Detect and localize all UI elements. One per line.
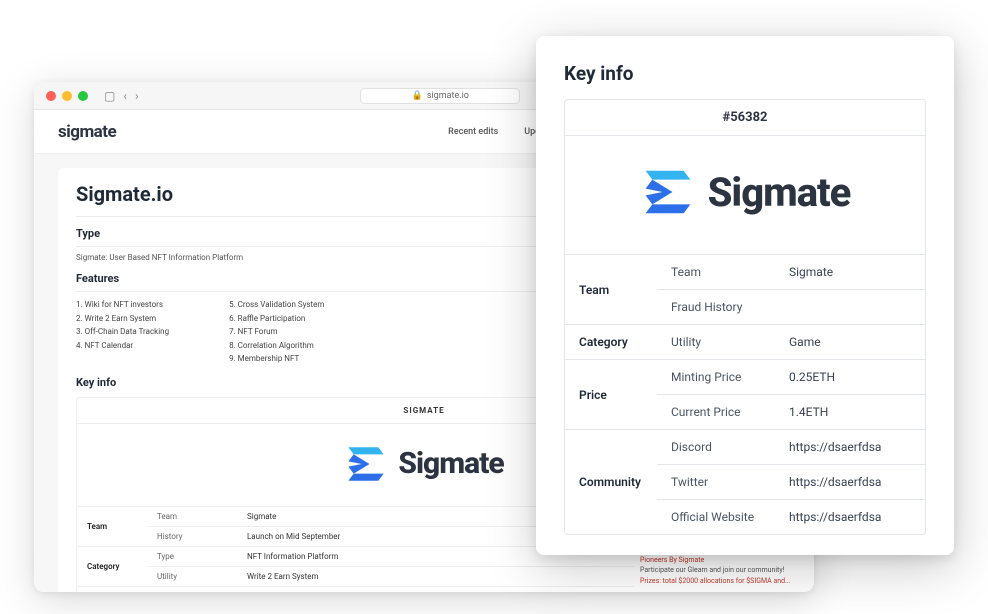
panel-title: Key info bbox=[564, 62, 926, 85]
window-minimize-icon[interactable] bbox=[62, 91, 72, 101]
group-community: Community bbox=[565, 430, 657, 535]
group-category: Category bbox=[565, 325, 657, 360]
nav-forward-icon[interactable]: › bbox=[135, 89, 139, 103]
kv-value[interactable]: https://dsaerfdsa bbox=[775, 500, 925, 535]
table-row: Price Minting Price 0.25ETH bbox=[565, 360, 925, 395]
feature-item: 8. Correlation Algorithm bbox=[229, 339, 324, 353]
group-team: Team bbox=[565, 255, 657, 325]
window-close-icon[interactable] bbox=[46, 91, 56, 101]
table-row: Category Utility Game bbox=[565, 325, 925, 360]
side-line: Pioneers By Sigmate bbox=[640, 555, 808, 566]
sidebar-toggle-icon[interactable]: ▢ bbox=[104, 89, 115, 103]
panel-id: #56382 bbox=[565, 100, 925, 136]
kv-value: Sigmate bbox=[775, 255, 925, 290]
group-token: Token bbox=[77, 586, 147, 592]
kv-label: Discord bbox=[657, 430, 775, 465]
kv-value: 1.4ETH bbox=[775, 395, 925, 430]
kv-label: Minting Price bbox=[657, 360, 775, 395]
feature-item: 4. NFT Calendar bbox=[76, 339, 169, 353]
kv-label: Official Website bbox=[657, 500, 775, 535]
feature-item: 3. Off-Chain Data Tracking bbox=[76, 325, 169, 339]
sigma-icon bbox=[344, 442, 388, 486]
side-line: Participate our Gleam and join our commu… bbox=[640, 565, 808, 576]
kv-label: Utility bbox=[147, 566, 237, 586]
group-team: Team bbox=[77, 506, 147, 546]
window-maximize-icon[interactable] bbox=[78, 91, 88, 101]
kv-label: Utility bbox=[657, 325, 775, 360]
feature-item: 1. Wiki for NFT investors bbox=[76, 298, 169, 312]
kv-label: Team bbox=[657, 255, 775, 290]
table-row: Team Team Sigmate bbox=[565, 255, 925, 290]
group-category: Category bbox=[77, 546, 147, 586]
panel-box: #56382 Sigmate Team Team Sigmate Fraud H… bbox=[564, 99, 926, 535]
address-bar[interactable]: 🔒 sigmate.io bbox=[360, 88, 520, 104]
kv-label: Type bbox=[147, 546, 237, 566]
feature-item: 2. Write 2 Earn System bbox=[76, 312, 169, 326]
panel-logo: Sigmate bbox=[565, 136, 925, 254]
address-text: sigmate.io bbox=[427, 91, 469, 101]
lock-icon: 🔒 bbox=[412, 91, 423, 101]
side-line: Prizes: total $2000 allocations for $SIG… bbox=[640, 576, 808, 587]
nav-back-icon[interactable]: ‹ bbox=[123, 89, 127, 103]
kv-label: History bbox=[147, 526, 237, 546]
kv-value: Game bbox=[775, 325, 925, 360]
panel-table: Team Team Sigmate Fraud History Category… bbox=[565, 254, 925, 534]
kv-label: Current Price bbox=[657, 395, 775, 430]
kv-label: Twitter bbox=[657, 465, 775, 500]
page-title: Sigmate.io bbox=[76, 182, 173, 206]
feature-item: 9. Membership NFT bbox=[229, 352, 324, 366]
kv-value[interactable]: https://dsaerfdsa bbox=[775, 430, 925, 465]
kv-label: Team bbox=[147, 506, 237, 526]
table-row: Community Discord https://dsaerfdsa bbox=[565, 430, 925, 465]
logo-text: Sigmate bbox=[398, 446, 503, 481]
kv-value[interactable]: https://dsaerfdsa bbox=[775, 465, 925, 500]
kv-label: Fraud History bbox=[657, 290, 775, 325]
kv-label: Name bbox=[147, 586, 237, 592]
feature-item: 6. Raffle Participation bbox=[229, 312, 324, 326]
sigma-icon bbox=[640, 164, 696, 220]
feature-item: 7. NFT Forum bbox=[229, 325, 324, 339]
group-price: Price bbox=[565, 360, 657, 430]
nav-recent-edits[interactable]: Recent edits bbox=[448, 127, 498, 137]
brand-logo[interactable]: sigmate bbox=[58, 122, 116, 142]
kv-value: 0.25ETH bbox=[775, 360, 925, 395]
logo-text: Sigmate bbox=[708, 169, 851, 216]
feature-item: 5. Cross Validation System bbox=[229, 298, 324, 312]
keyinfo-panel: Key info #56382 Sigmate Team Team Sigmat… bbox=[536, 36, 954, 555]
kv-value bbox=[775, 290, 925, 325]
